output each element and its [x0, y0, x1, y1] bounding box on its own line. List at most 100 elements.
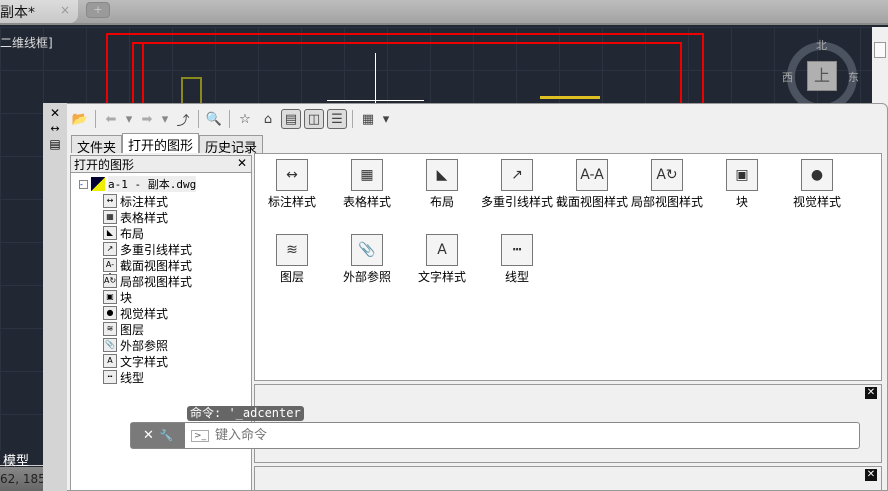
- tree-root[interactable]: - a-1 - 副本.dwg: [79, 176, 197, 192]
- content-item-label: 表格样式: [342, 195, 391, 209]
- tree-item[interactable]: ▣ 块: [103, 289, 132, 305]
- viewcube-top[interactable]: 上: [807, 61, 837, 91]
- load-folder-icon[interactable]: 📂: [70, 109, 90, 129]
- description-close-icon[interactable]: ✕: [865, 469, 877, 481]
- tab-open-drawings[interactable]: 打开的图形: [122, 133, 200, 154]
- tab-folders[interactable]: 文件夹: [71, 135, 123, 156]
- content-item-label: 标注样式: [267, 195, 316, 209]
- palette-title-strip[interactable]: ✕ ↔ ▤: [43, 103, 67, 491]
- model-tab[interactable]: 模型: [0, 450, 43, 469]
- drawing-frame-inner2: [142, 42, 682, 112]
- tree-view-toggle-icon[interactable]: ▤: [281, 109, 301, 129]
- tree-item[interactable]: A-A截面视图样式: [103, 257, 192, 281]
- tree-title: 打开的图形: [74, 158, 135, 172]
- tree-close-icon[interactable]: ✕: [237, 156, 247, 172]
- content-item[interactable]: ≋ 图层: [255, 234, 329, 283]
- content-item-label: 截面视图样式: [555, 195, 628, 209]
- description-toggle-icon[interactable]: ☰: [327, 109, 347, 129]
- mleader-icon: ↗: [103, 242, 117, 256]
- preview-toggle-icon[interactable]: ◫: [304, 109, 324, 129]
- autohide-icon[interactable]: ↔: [43, 122, 67, 135]
- xref-icon: 📎: [103, 338, 117, 352]
- compass-east[interactable]: 东: [848, 69, 859, 85]
- content-item[interactable]: ┅ 线型: [480, 234, 554, 283]
- close-tab-icon[interactable]: ×: [60, 3, 70, 17]
- compass-north[interactable]: 北: [816, 37, 827, 53]
- tree-item-label: 多重引线样式: [120, 242, 193, 257]
- block-icon: ▣: [726, 159, 758, 191]
- content-item-label: 块: [735, 195, 748, 209]
- command-prompt-icon[interactable]: >_: [191, 429, 210, 442]
- mleader-icon: ↗: [501, 159, 533, 191]
- content-item[interactable]: A 文字样式: [405, 234, 479, 283]
- command-settings-icon[interactable]: 🔧: [160, 429, 174, 442]
- detail-view-icon: A↻: [103, 274, 117, 288]
- text-style-icon: A: [426, 234, 458, 266]
- tree-item-label: 视觉样式: [120, 306, 169, 321]
- tree-item[interactable]: ◣ 布局: [103, 225, 144, 241]
- tree-item[interactable]: ↔ 标注样式: [103, 193, 168, 209]
- content-item[interactable]: ▣ 块: [705, 159, 779, 208]
- content-item-label: 文字样式: [417, 270, 466, 284]
- command-close-icon[interactable]: ✕: [143, 428, 154, 443]
- tab-history[interactable]: 历史记录: [199, 135, 264, 156]
- forward-dropdown-icon[interactable]: ▾: [160, 109, 170, 129]
- content-item[interactable]: ↔ 标注样式: [255, 159, 329, 208]
- table-style-icon: ▦: [103, 210, 117, 224]
- linetype-icon: ┅: [103, 370, 117, 384]
- collapse-icon[interactable]: -: [79, 179, 88, 189]
- search-icon[interactable]: 🔍: [204, 109, 224, 129]
- command-line: ✕ 🔧 >_: [130, 422, 860, 449]
- tree-item[interactable]: 📎 外部参照: [103, 337, 168, 353]
- content-item[interactable]: A-A 截面视图样式: [555, 159, 629, 208]
- forward-icon[interactable]: ➡: [137, 109, 157, 129]
- document-tab-bar: [0, 0, 888, 25]
- up-folder-icon[interactable]: ⤴: [173, 109, 193, 129]
- tree-header: 打开的图形 ✕: [71, 156, 251, 173]
- content-item[interactable]: ↗ 多重引线样式: [480, 159, 554, 208]
- views-icon[interactable]: ▦: [358, 109, 378, 129]
- views-dropdown-icon[interactable]: ▾: [381, 109, 391, 129]
- favorites-icon[interactable]: ☆: [235, 109, 255, 129]
- text-style-icon: A: [103, 354, 117, 368]
- compass-west[interactable]: 西: [782, 69, 793, 85]
- tree-item-label: 标注样式: [120, 194, 169, 209]
- visual-style-label[interactable]: 二维线框]: [0, 34, 53, 51]
- tree-item[interactable]: ▦ 表格样式: [103, 209, 168, 225]
- palette-close-icon[interactable]: ✕: [43, 106, 67, 120]
- tree-item[interactable]: A↻ 局部视图样式: [103, 273, 192, 289]
- table-style-icon: ▦: [351, 159, 383, 191]
- properties-icon[interactable]: ▤: [43, 137, 67, 151]
- home-icon[interactable]: ⌂: [258, 109, 278, 129]
- back-icon[interactable]: ⬅: [101, 109, 121, 129]
- back-dropdown-icon[interactable]: ▾: [124, 109, 134, 129]
- content-item[interactable]: ▦ 表格样式: [330, 159, 404, 208]
- visual-style-icon: ●: [801, 159, 833, 191]
- tree-item[interactable]: ● 视觉样式: [103, 305, 168, 321]
- dim-style-icon: ↔: [103, 194, 117, 208]
- tree-item-label: 图层: [120, 322, 145, 337]
- layout-icon: ◣: [426, 159, 458, 191]
- scroll-thumb[interactable]: [874, 42, 886, 58]
- preview-close-icon[interactable]: ✕: [865, 387, 877, 399]
- tree-item[interactable]: ┅ 线型: [103, 369, 144, 385]
- drawing-file-icon: [91, 177, 105, 191]
- tree-item[interactable]: ↗ 多重引线样式: [103, 241, 192, 257]
- layer-icon: ≋: [276, 234, 308, 266]
- tree-item[interactable]: ≋ 图层: [103, 321, 144, 337]
- content-item[interactable]: ◣ 布局: [405, 159, 479, 208]
- content-item[interactable]: ● 视觉样式: [780, 159, 854, 208]
- new-tab-button[interactable]: +: [86, 2, 110, 18]
- drawing-dimension: [540, 96, 600, 99]
- document-tab[interactable]: 副本* ×: [0, 0, 78, 23]
- drawing-chair: [181, 77, 202, 105]
- content-area: ↔ 标注样式 ▦ 表格样式 ◣ 布局 ↗ 多重引线样式 A-A 截面视图样式 A↻ 局部视图样式 ▣ 块 ●…: [254, 153, 882, 381]
- document-tab-label: 副本*: [0, 5, 35, 21]
- command-input[interactable]: [215, 428, 516, 443]
- content-item-label: 视觉样式: [792, 195, 841, 209]
- content-item[interactable]: A↻ 局部视图样式: [630, 159, 704, 208]
- dim-style-icon: ↔: [276, 159, 308, 191]
- content-item[interactable]: 📎 外部参照: [330, 234, 404, 283]
- section-view-icon: A-A: [103, 258, 117, 281]
- tree-item[interactable]: A 文字样式: [103, 353, 168, 369]
